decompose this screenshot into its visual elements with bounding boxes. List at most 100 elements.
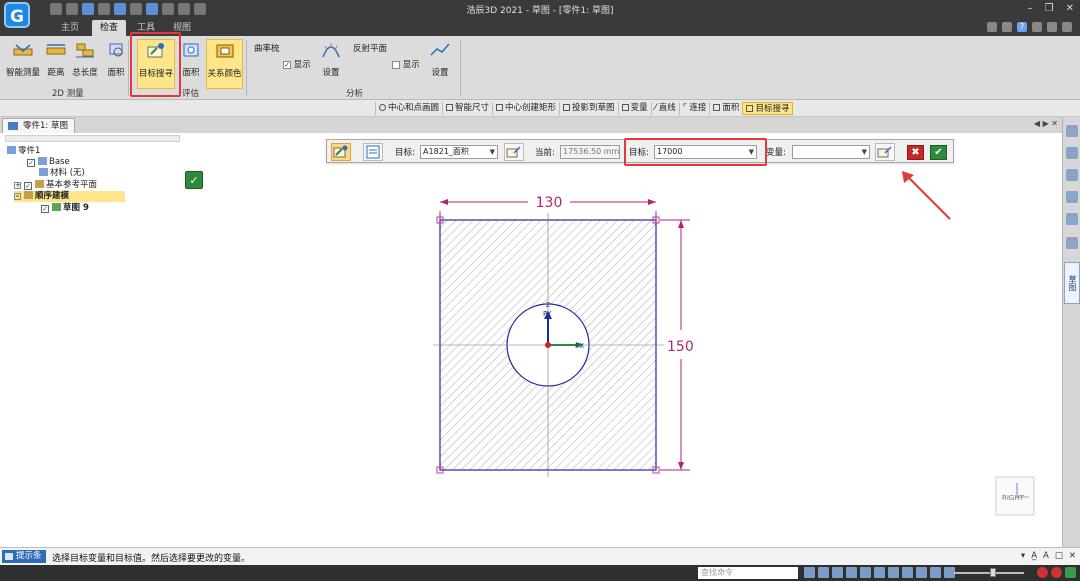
curvature-settings-button[interactable]: 设置 [318, 39, 344, 89]
cmd-goal-seek[interactable]: 目标搜寻 [742, 102, 794, 115]
goal-seek-mode-button[interactable] [331, 143, 351, 161]
tab-home[interactable]: 主页 [56, 20, 84, 36]
sketch-drawing: 130 150 PY Z PX RIGHT [433, 171, 1035, 516]
graphics-canvas[interactable]: 零件1 ✓ Base 材料 (无) + ✓ 基本参考平面 – 顺序建模 ✓ 草图 9 ✓ [0, 133, 1062, 547]
zoom-icon[interactable] [818, 567, 829, 578]
document-nav: ◀ ▶ ✕ [1034, 119, 1058, 128]
area-button[interactable]: 面积 [179, 39, 203, 89]
help-panel-icon[interactable] [1066, 125, 1078, 137]
cmd-line[interactable]: ⁄ 直线 [650, 102, 679, 115]
font-small-icon[interactable]: A [1043, 551, 1049, 561]
shading-icon[interactable] [888, 567, 899, 578]
total-length-icon [76, 43, 94, 58]
ribbon-min-icon[interactable] [1032, 22, 1042, 32]
dock-icon[interactable]: □ [1055, 551, 1063, 561]
library-icon[interactable] [1066, 213, 1078, 225]
pick-target-button[interactable] [504, 143, 524, 161]
wrench-icon[interactable] [1066, 191, 1078, 203]
variable-table-button[interactable] [363, 143, 383, 161]
close-icon[interactable]: ✕ [1066, 3, 1074, 14]
zoom-area-icon[interactable] [832, 567, 843, 578]
grid-icon[interactable] [1066, 169, 1078, 181]
tab-right-icons: ? [987, 22, 1072, 32]
cmd-center-rectangle[interactable]: 中心创建矩形 [492, 102, 559, 115]
pick-icon [506, 146, 521, 158]
accept-icon[interactable] [1065, 567, 1076, 578]
checkbox-icon: ✓ [283, 60, 291, 69]
variable-label: 变量: [766, 148, 786, 158]
curvature-comb-label: 曲率梳 [254, 44, 280, 54]
ribbon-separator [460, 40, 461, 96]
height-dimension[interactable]: 150 [660, 219, 694, 471]
distance-button[interactable]: 距离 [44, 39, 68, 89]
layers-icon[interactable] [1066, 147, 1078, 159]
status-end-icons [1037, 567, 1076, 578]
area-measure-button[interactable]: 面积 [104, 39, 128, 89]
document-tab[interactable]: 零件1: 草图 [2, 118, 75, 133]
cancel-button[interactable]: ✖ [907, 145, 924, 160]
scroll-down-icon[interactable]: ▾ [1021, 551, 1025, 561]
circle-icon [379, 104, 386, 111]
smart-measure-icon [13, 44, 33, 56]
view-orient-icon[interactable] [874, 567, 885, 578]
prompt-close-icon[interactable]: ✕ [1069, 551, 1076, 561]
doc-close-icon[interactable]: ✕ [1051, 119, 1058, 128]
prompt-text: 选择目标变量和目标值。然后选择要更改的变量。 [52, 554, 251, 564]
next-doc-icon[interactable]: ▶ [1043, 119, 1049, 128]
prompt-tag[interactable]: 提示条 [2, 550, 46, 563]
distance-icon [46, 44, 66, 55]
status-bar: 查找命令 [0, 565, 1080, 581]
fit-view-icon[interactable] [846, 567, 857, 578]
stop-icon[interactable] [1037, 567, 1048, 578]
restore-icon[interactable]: ❐ [1045, 3, 1054, 14]
total-length-button[interactable]: 总长度 [70, 39, 100, 89]
sketch-panel-tab[interactable]: 草图 [1064, 262, 1080, 304]
pan-icon[interactable] [804, 567, 815, 578]
tab-inspect[interactable]: 检查 [92, 20, 126, 36]
display-mode-icon[interactable] [902, 567, 913, 578]
fit-icon[interactable] [1066, 237, 1078, 249]
cmd-project-to-sketch[interactable]: 投影到草图 [559, 102, 618, 115]
cmd-variables[interactable]: 变量 [617, 102, 651, 115]
cmd-area[interactable]: 面积 [709, 102, 742, 115]
view-style-icon[interactable] [916, 567, 927, 578]
command-search-input[interactable]: 查找命令 [698, 567, 798, 579]
target-select[interactable]: A1821_面积 ▼ [420, 145, 498, 159]
help-icon[interactable]: ? [1017, 22, 1027, 32]
ribbon-close-icon[interactable] [1062, 22, 1072, 32]
zoom-slider-knob[interactable] [990, 568, 996, 577]
minimize-icon[interactable]: – [1028, 3, 1033, 14]
smart-measure-button[interactable]: 智能测量 [4, 39, 42, 89]
lighting-icon[interactable] [930, 567, 941, 578]
cmd-circle-center-point[interactable]: 中心和点画圆 [375, 102, 442, 115]
ok-button[interactable]: ✔ [930, 145, 947, 160]
goal-seek-icon [333, 145, 348, 158]
axis-x-label: PX [575, 342, 584, 350]
cmd-smart-dimension[interactable]: 智能尺寸 [442, 102, 492, 115]
record-icon[interactable] [1051, 567, 1062, 578]
cmd-connect[interactable]: ⌜ 连接 [678, 102, 710, 115]
reflective-show-checkbox[interactable]: 显示 [392, 58, 420, 70]
pick-variable-button[interactable] [875, 143, 895, 161]
app-logo[interactable]: G [4, 2, 30, 28]
variable-select[interactable]: ▼ [792, 145, 870, 159]
command-bar-items: 中心和点画圆 智能尺寸 中心创建矩形 投影到草图 变量 ⁄ 直线 ⌜ 连接 面积… [375, 102, 794, 115]
relation-colors-button[interactable]: 关系颜色 [206, 39, 243, 89]
pin-icon[interactable] [1002, 22, 1012, 32]
view-cube[interactable]: RIGHT [995, 476, 1035, 516]
prompt-bar: 提示条 选择目标变量和目标值。然后选择要更改的变量。 ▾ A̲ A □ ✕ [0, 547, 1080, 565]
font-size-icon[interactable]: A̲ [1031, 551, 1037, 561]
layout-icon[interactable] [987, 22, 997, 32]
variables-icon [621, 104, 629, 111]
curvature-show-checkbox[interactable]: ✓ 显示 [283, 58, 311, 70]
dimension-icon [446, 104, 454, 111]
prev-doc-icon[interactable]: ◀ [1034, 119, 1040, 128]
reflective-settings-button[interactable]: 设置 [427, 39, 453, 89]
ribbon-restore-icon[interactable] [1047, 22, 1057, 32]
zoom-slider-track[interactable] [954, 572, 1024, 574]
project-icon [563, 104, 571, 111]
rotate-icon[interactable] [860, 567, 871, 578]
document-tab-strip: 零件1: 草图 ◀ ▶ ✕ [0, 117, 1062, 133]
prompt-controls: ▾ A̲ A □ ✕ [1021, 551, 1076, 561]
axis-z-label: Z [546, 302, 550, 309]
